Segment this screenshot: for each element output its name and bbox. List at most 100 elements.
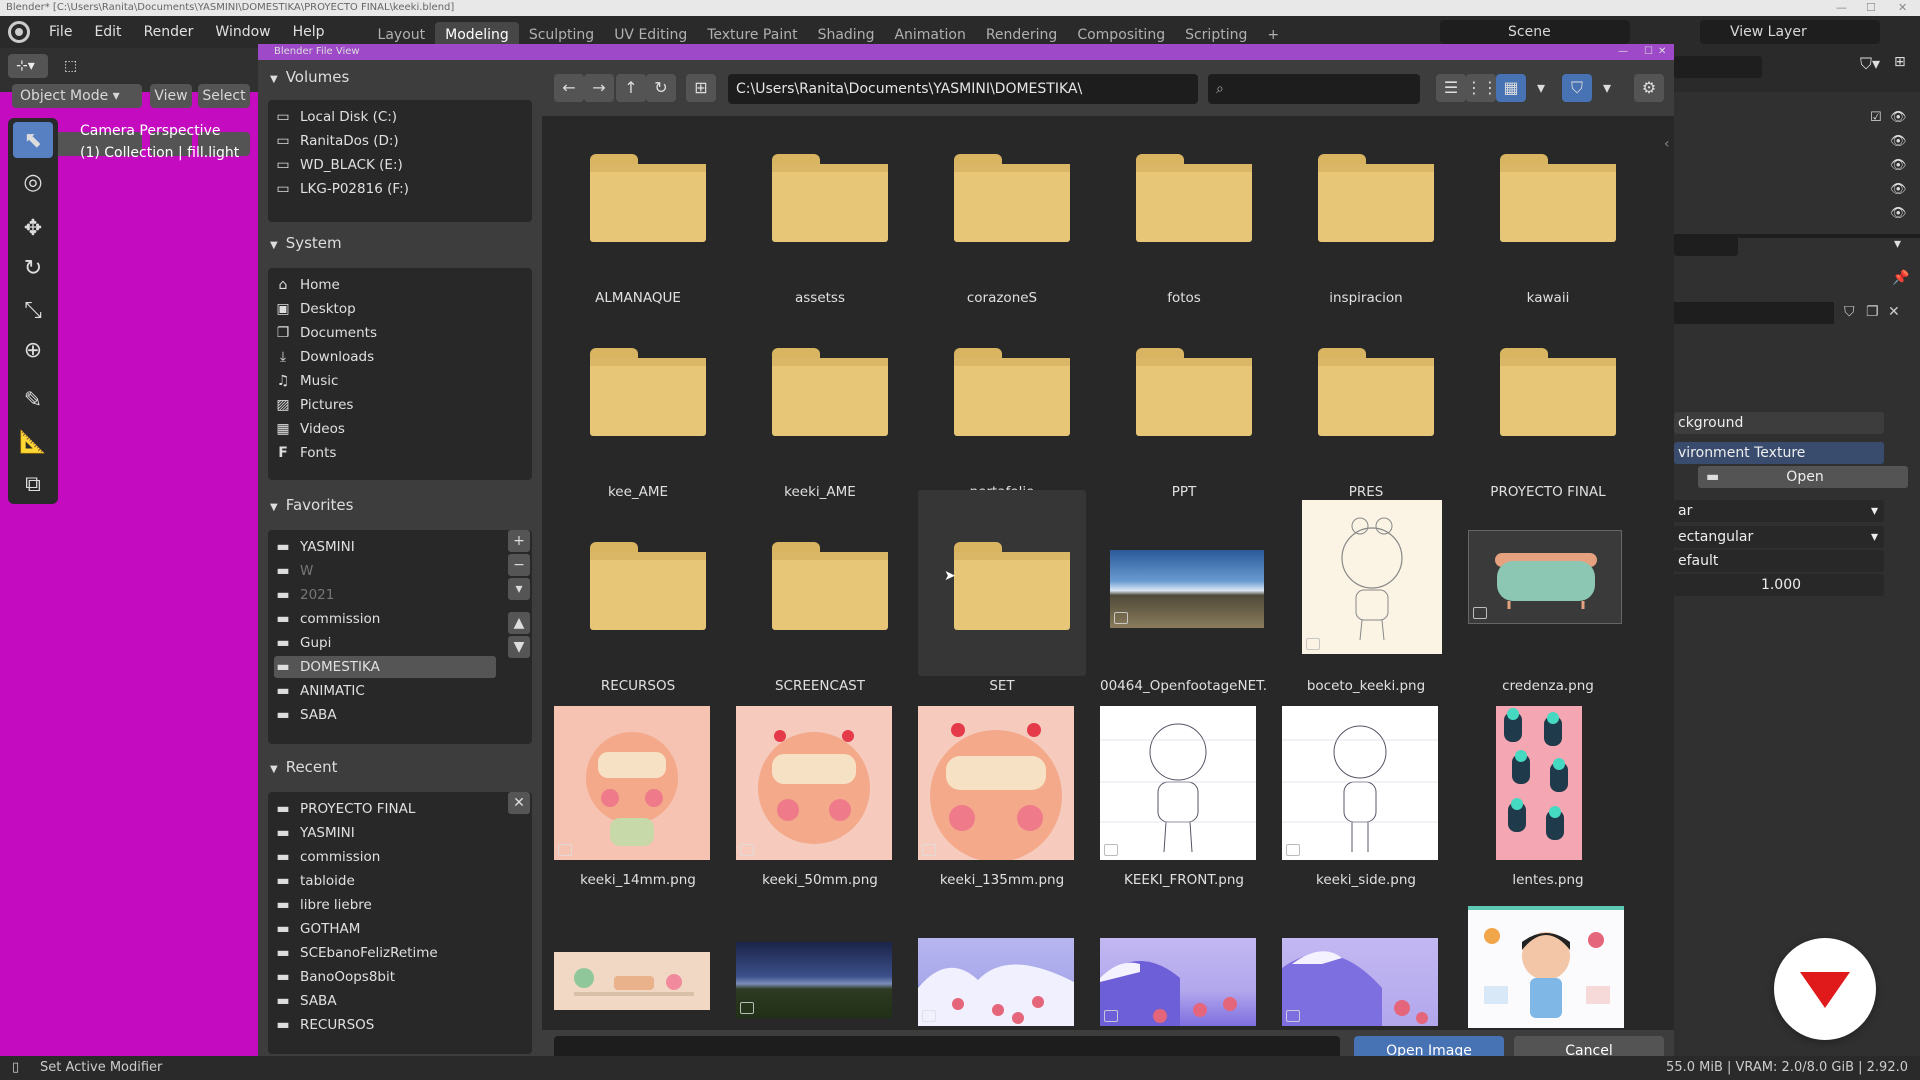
file-tile[interactable]: ALMANAQUE xyxy=(554,122,722,312)
file-tile[interactable]: keeki_side.png xyxy=(1282,704,1450,894)
favorites-menu-button[interactable]: ▾ xyxy=(508,578,530,600)
pin-icon[interactable]: 📌 xyxy=(1892,270,1909,286)
minimize-icon[interactable]: — xyxy=(1836,0,1847,16)
measure-tool-icon[interactable]: 📐 xyxy=(13,424,53,460)
file-search-input[interactable]: ⌕ xyxy=(1208,74,1420,104)
view-layer-selector[interactable]: View Layer xyxy=(1700,20,1880,44)
eye-icon[interactable]: 👁 xyxy=(1890,206,1907,221)
file-tile[interactable]: 00464_OpenfootageNET... xyxy=(1100,510,1268,700)
list-item[interactable]: ▬ commission xyxy=(274,608,380,630)
filter-icon[interactable]: ⛉ xyxy=(1562,74,1592,102)
list-item[interactable]: ▭ RanitaDos (D:) xyxy=(274,130,398,152)
interpolation-dropdown[interactable]: ar ▾ xyxy=(1674,500,1884,522)
list-view-icon[interactable]: ☰ xyxy=(1436,74,1466,102)
file-tile[interactable]: boceto_keeki.png xyxy=(1282,500,1450,700)
recent-header[interactable]: ▼ Recent xyxy=(258,750,542,784)
file-tile[interactable]: assetss xyxy=(736,122,904,312)
add-cube-tool-icon[interactable]: ⧉ xyxy=(13,466,53,502)
list-item[interactable]: ♫ Music xyxy=(274,370,339,392)
fb-close-icon[interactable]: ✕ xyxy=(1658,44,1666,60)
parent-directory-icon[interactable]: ↑ xyxy=(616,74,646,102)
file-tile[interactable]: inspiracion xyxy=(1282,122,1450,312)
remove-favorite-button[interactable]: − xyxy=(508,554,530,576)
select-button[interactable]: Select xyxy=(198,84,250,108)
select-box-icon[interactable]: ⬚ xyxy=(56,54,84,78)
unlink-icon[interactable]: ✕ xyxy=(1888,304,1900,320)
sort-dropdown-icon[interactable]: ▾ xyxy=(1526,74,1556,102)
list-item[interactable]: ▭ WD_BLACK (E:) xyxy=(274,154,402,176)
file-tile[interactable]: corazoneS xyxy=(918,122,1086,312)
list-item[interactable]: ▬ tabloide xyxy=(274,870,354,892)
blender-logo-icon[interactable] xyxy=(8,21,30,43)
file-tile[interactable]: portafolio xyxy=(918,316,1086,506)
close-icon[interactable]: ✕ xyxy=(1898,0,1907,16)
list-item[interactable]: ⤓ Downloads xyxy=(274,346,374,368)
strength-slider[interactable]: 1.000 xyxy=(1674,574,1884,596)
back-icon[interactable]: ← xyxy=(554,74,584,102)
refresh-icon[interactable]: ↻ xyxy=(646,74,676,102)
settings-gear-icon[interactable]: ⚙ xyxy=(1634,74,1664,102)
file-tile[interactable]: SCREENCAST xyxy=(736,510,904,700)
move-down-button[interactable]: ▼ xyxy=(508,636,530,658)
system-header[interactable]: ▼ System xyxy=(258,226,542,260)
world-name-field[interactable] xyxy=(1674,302,1834,324)
list-item[interactable]: ▬ libre liebre xyxy=(274,894,371,916)
file-tile[interactable] xyxy=(736,898,904,1028)
duplicate-icon[interactable]: ❐ xyxy=(1866,304,1879,320)
file-tile[interactable]: PRES xyxy=(1282,316,1450,506)
list-item[interactable]: ▭ LKG-P02816 (F:) xyxy=(274,178,409,200)
list-item[interactable]: ▦ Videos xyxy=(274,418,344,440)
eye-icon[interactable]: 👁 xyxy=(1890,158,1907,173)
list-item[interactable]: ▬ DOMESTIKA xyxy=(274,656,496,678)
menu-help[interactable]: Help xyxy=(282,24,336,40)
file-tile[interactable] xyxy=(1464,898,1632,1028)
filter-dropdown-icon[interactable]: ▾ xyxy=(1592,74,1622,102)
properties-search-input[interactable] xyxy=(1674,234,1738,256)
list-item[interactable]: ▬ SCEbanoFelizRetime xyxy=(274,942,437,964)
select-tool-icon[interactable]: ⬉ xyxy=(13,122,53,158)
file-tile[interactable]: PROYECTO FINAL xyxy=(1464,316,1632,506)
vector-field[interactable]: efault xyxy=(1674,550,1884,572)
view-button[interactable]: View xyxy=(150,84,192,108)
editor-type-icon[interactable]: ⊹▾ xyxy=(8,54,48,78)
file-tile[interactable]: kee_AME xyxy=(554,316,722,506)
open-image-texture-button[interactable]: ▬ Open xyxy=(1698,466,1908,488)
eye-icon[interactable]: 👁 xyxy=(1890,110,1907,125)
list-item[interactable]: ▨ Pictures xyxy=(274,394,353,416)
move-tool-icon[interactable]: ✥ xyxy=(13,210,53,246)
collapse-sidebar-icon[interactable]: ‹ xyxy=(1664,136,1670,152)
list-item[interactable]: ▬ SABA xyxy=(274,990,336,1012)
list-item[interactable]: ▬ PROYECTO FINAL xyxy=(274,798,415,820)
list-item[interactable]: ▬ BanoOops8bit xyxy=(274,966,395,988)
menu-edit[interactable]: Edit xyxy=(83,24,132,40)
rotate-tool-icon[interactable]: ↻ xyxy=(13,250,53,286)
list-item[interactable]: ▬ YASMINI xyxy=(274,536,354,558)
file-tile[interactable]: KEEKI_FRONT.png xyxy=(1100,704,1268,894)
list-item[interactable]: ▬ Gupi xyxy=(274,632,331,654)
list-item[interactable]: ▬ SABA xyxy=(274,704,336,726)
move-up-button[interactable]: ▲ xyxy=(508,612,530,634)
eye-icon[interactable]: 👁 xyxy=(1890,182,1907,197)
list-item[interactable]: ▣ Desktop xyxy=(274,298,355,320)
file-tile[interactable]: keeki_14mm.png xyxy=(554,704,722,894)
cursor-tool-icon[interactable]: ◎ xyxy=(13,164,53,200)
list-item[interactable]: ⌂ Home xyxy=(274,274,340,296)
file-tile[interactable]: keeki_135mm.png xyxy=(918,704,1086,894)
surface-background-field[interactable]: ckground xyxy=(1674,412,1884,434)
annotate-tool-icon[interactable]: ✎ xyxy=(13,382,53,418)
outliner-search-input[interactable] xyxy=(1674,56,1762,78)
file-tile[interactable] xyxy=(1100,898,1268,1028)
checkbox-icon[interactable]: ☑ xyxy=(1870,110,1882,125)
eye-icon[interactable]: 👁 xyxy=(1890,134,1907,149)
scene-selector[interactable]: Scene xyxy=(1440,20,1630,44)
properties-options-icon[interactable]: ▾ xyxy=(1894,236,1901,252)
fb-maximize-icon[interactable]: ☐ xyxy=(1644,44,1653,60)
menu-window[interactable]: Window xyxy=(204,24,281,40)
list-item[interactable]: ▬ commission xyxy=(274,846,380,868)
color-env-texture-field[interactable]: vironment Texture xyxy=(1674,442,1884,464)
new-collection-icon[interactable]: ⊞ xyxy=(1894,54,1906,70)
menu-file[interactable]: File xyxy=(38,24,83,40)
add-favorite-button[interactable]: + xyxy=(508,530,530,552)
file-tile[interactable] xyxy=(918,898,1086,1028)
file-tile[interactable]: RECURSOS xyxy=(554,510,722,700)
